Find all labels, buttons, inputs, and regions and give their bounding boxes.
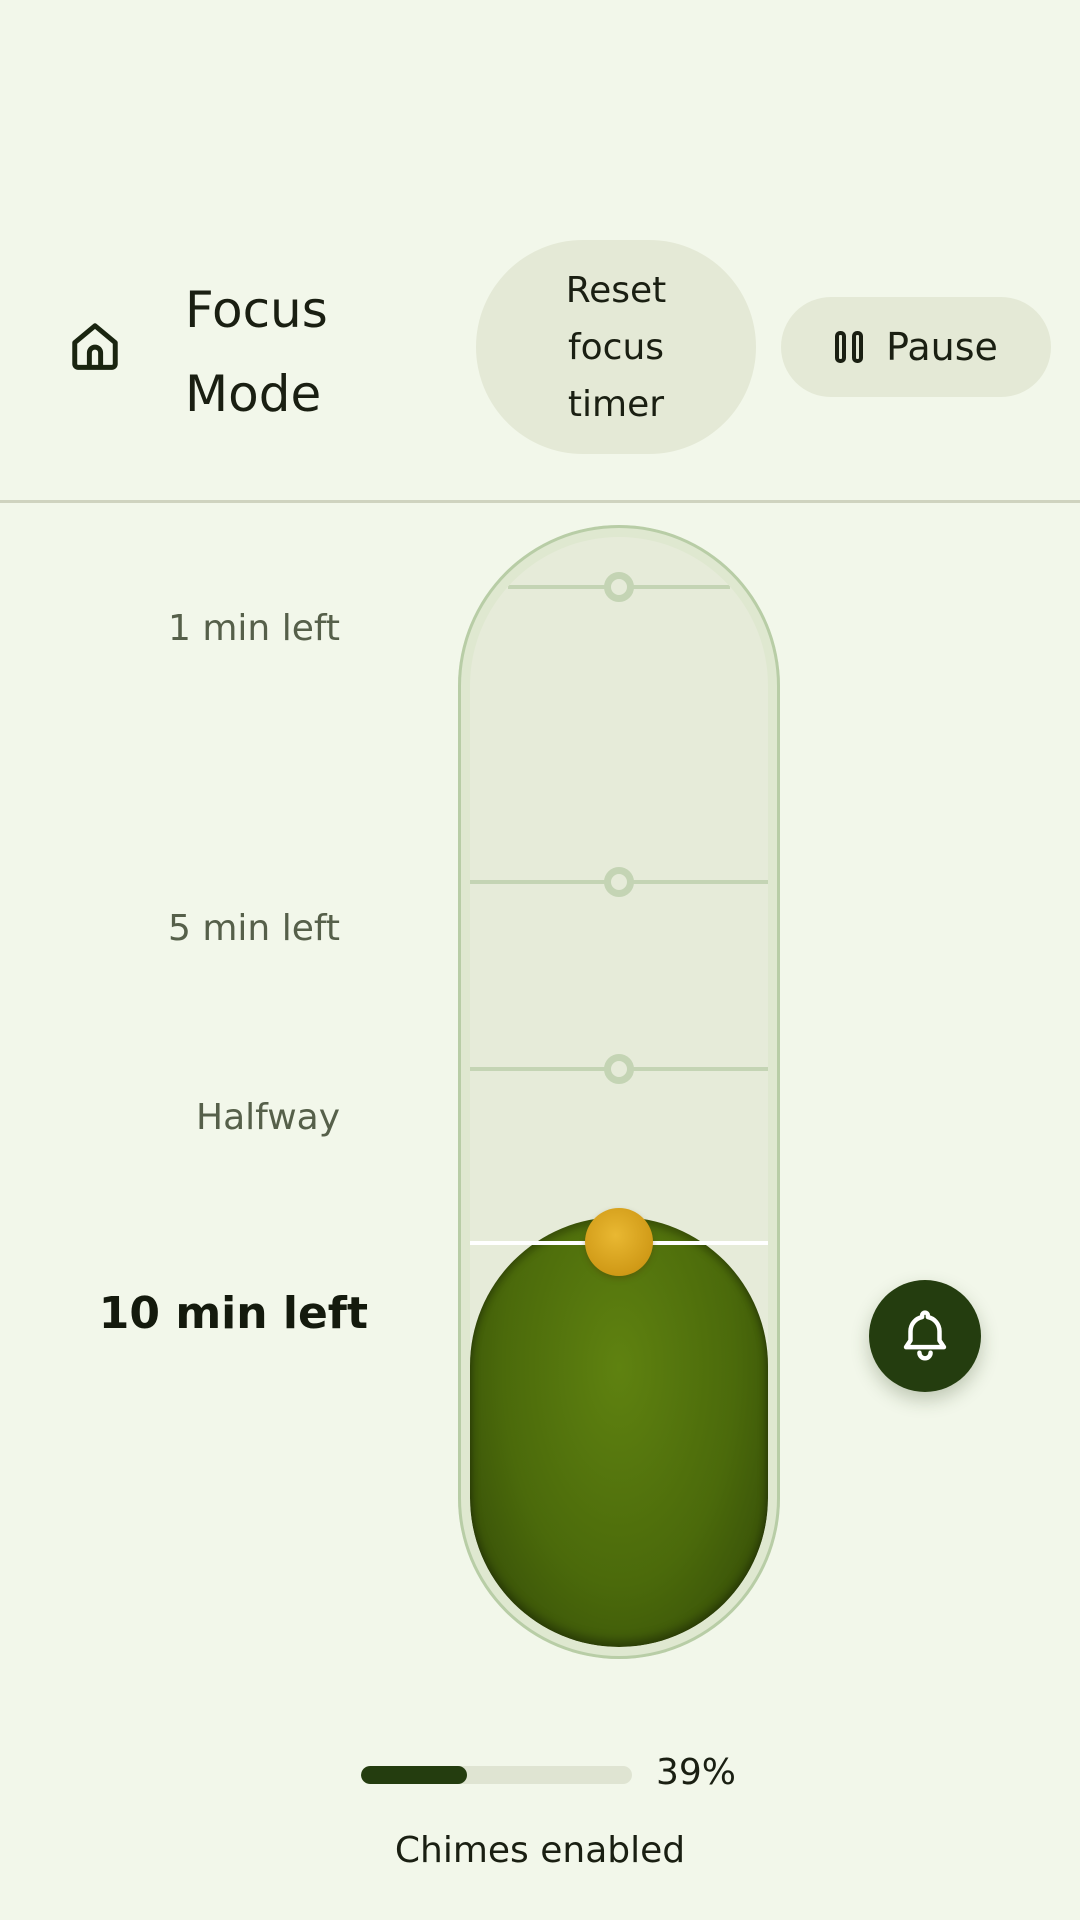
pause-button-label: Pause (886, 325, 998, 369)
milestone-halfway: Halfway (196, 1097, 340, 1138)
timer-fill (470, 1217, 768, 1647)
page-title: Focus Mode (185, 281, 328, 423)
home-icon[interactable] (68, 318, 122, 374)
session-progress-bar (361, 1766, 632, 1784)
chime-bell-button[interactable] (869, 1280, 981, 1392)
milestone-1-min: 1 min left (168, 608, 340, 649)
milestone-10-min-current: 10 min left (98, 1288, 368, 1339)
bell-icon (903, 1310, 947, 1361)
timer-handle[interactable] (585, 1208, 653, 1276)
tick-dot-1-min (604, 572, 634, 602)
session-progress-fill (361, 1766, 467, 1784)
pause-button[interactable]: Pause (781, 297, 1051, 397)
tick-dot-halfway (604, 1054, 634, 1084)
session-progress-percent: 39% (656, 1752, 737, 1793)
header-divider (0, 500, 1080, 503)
chimes-status: Chimes enabled (394, 1830, 686, 1871)
pause-icon (835, 331, 864, 363)
focus-timer-slider[interactable] (470, 537, 768, 1647)
milestone-5-min: 5 min left (168, 908, 340, 949)
header: Focus Mode Reset focus timer Pause (0, 0, 1080, 500)
tick-dot-5-min (604, 867, 634, 897)
reset-focus-timer-button[interactable]: Reset focus timer (476, 240, 756, 454)
reset-button-label: Reset focus timer (565, 269, 667, 425)
